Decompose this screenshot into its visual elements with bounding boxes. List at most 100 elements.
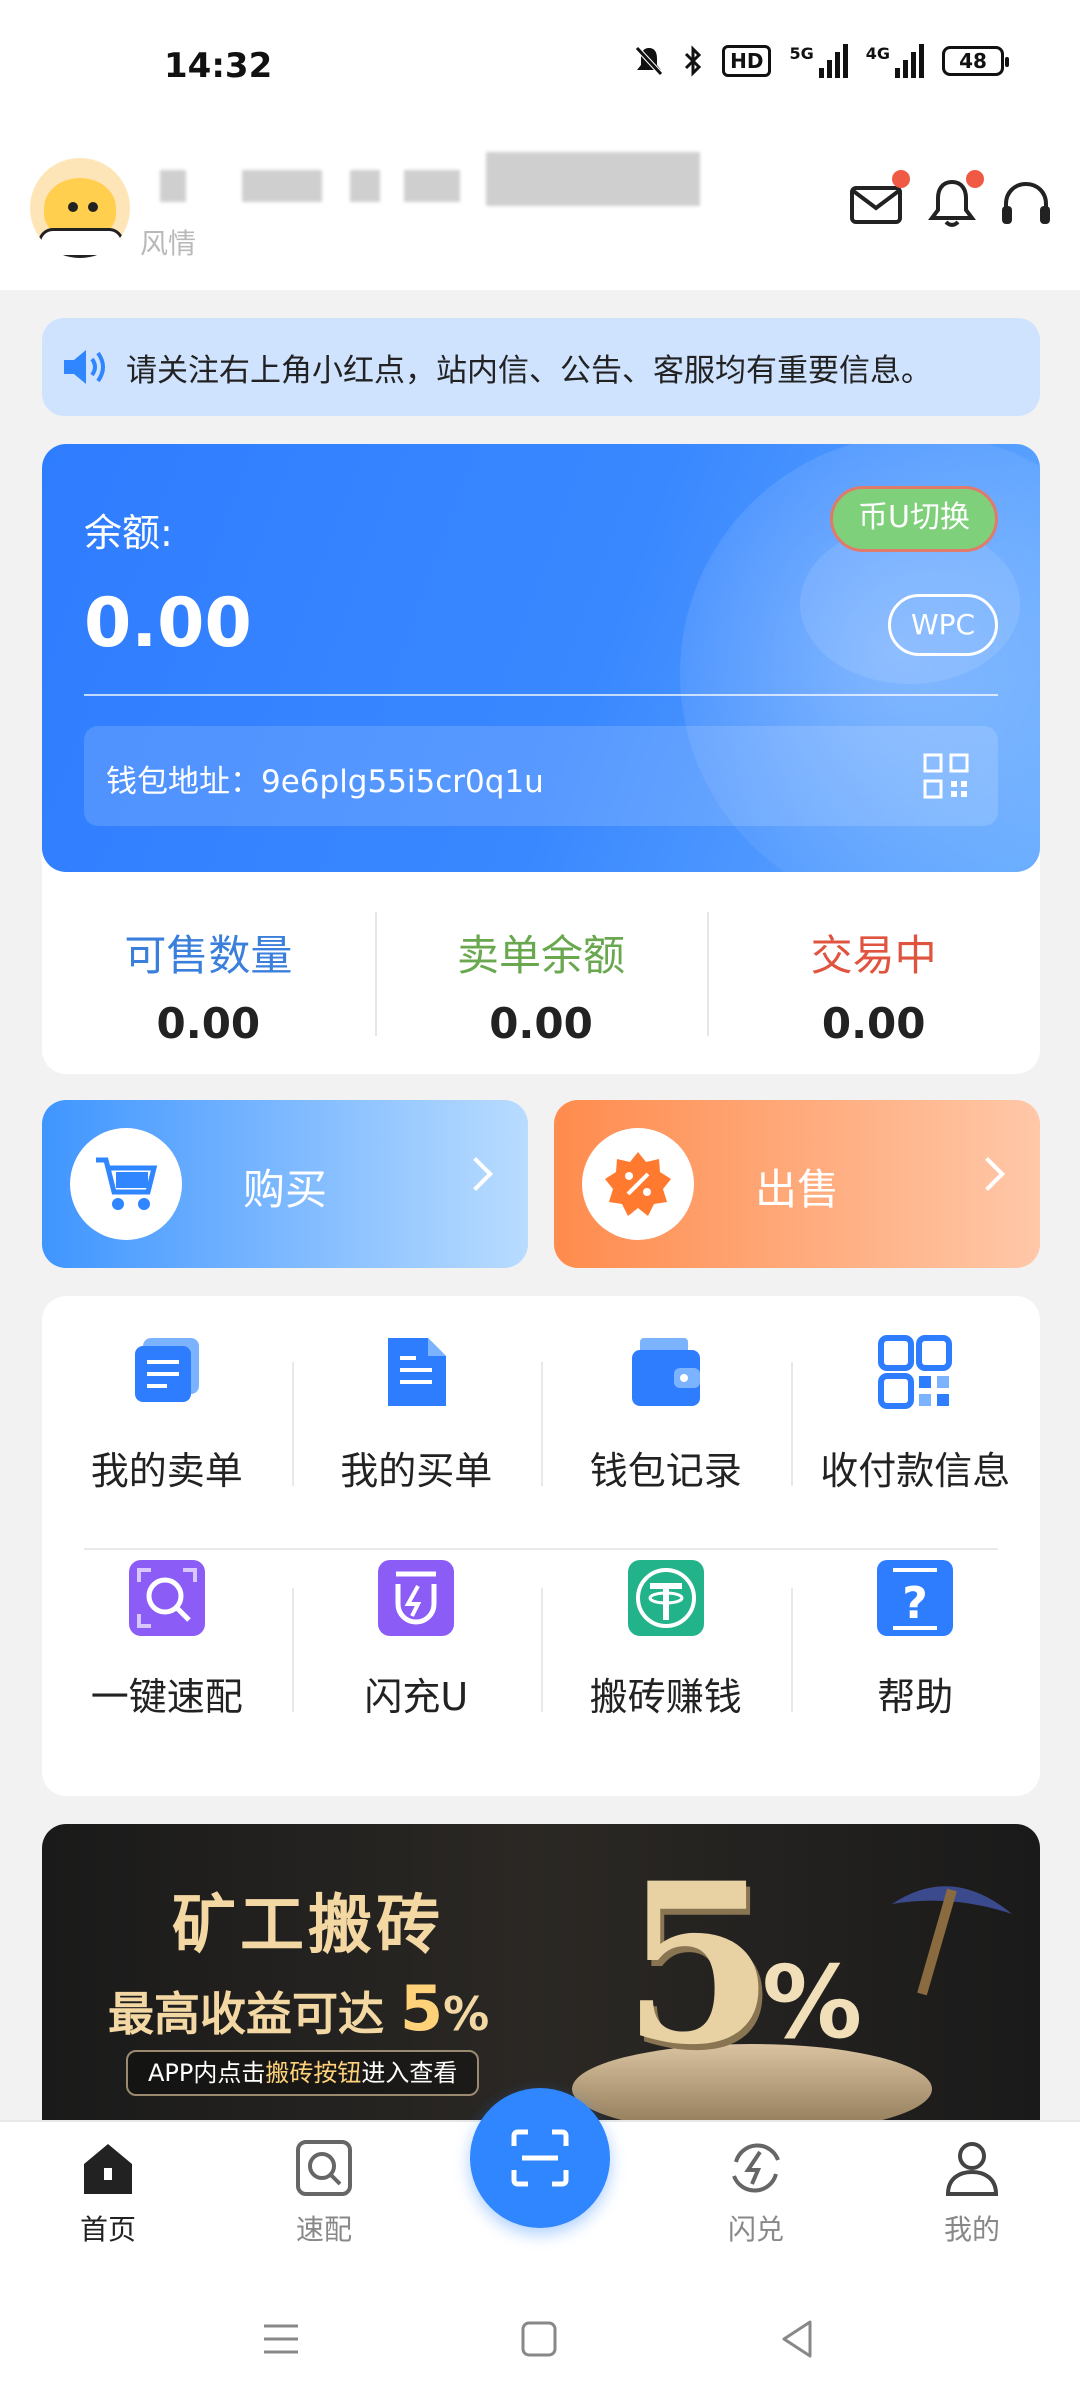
signal-4g-icon: 4G bbox=[866, 44, 924, 78]
menu-item-quick-match[interactable]: 一键速配 bbox=[42, 1558, 292, 1774]
avatar-body bbox=[38, 228, 124, 258]
status-bar: 14:32 HD 5G 4G 48 bbox=[0, 0, 1080, 130]
bell-red-dot bbox=[966, 170, 984, 188]
notice-text: 请关注右上角小红点，站内信、公告、客服均有重要信息。 bbox=[126, 352, 932, 389]
banner-subtitle-value: 5 bbox=[400, 1972, 444, 2045]
username-redacted bbox=[160, 170, 186, 202]
user-header: 风情 bbox=[0, 130, 1080, 290]
menu-label: 我的买单 bbox=[340, 1449, 493, 1493]
nav-flash-exchange[interactable]: 闪兑 bbox=[686, 2136, 826, 2248]
balance-label: 余额: bbox=[84, 511, 173, 555]
avatar-eye bbox=[88, 202, 98, 212]
menu-label: 帮助 bbox=[877, 1675, 954, 1719]
wallet-icon bbox=[631, 1338, 700, 1406]
menu-divider bbox=[84, 1548, 998, 1550]
nav-profile[interactable]: 我的 bbox=[902, 2136, 1042, 2248]
quick-match-icon bbox=[128, 1560, 205, 1636]
home-square-icon[interactable] bbox=[514, 2314, 564, 2364]
menu-item-buy-orders[interactable]: 我的买单 bbox=[291, 1332, 542, 1548]
balance-card: 余额: 0.00 币U切换 WPC 钱包地址：9e6plg55i5cr0q1u bbox=[42, 444, 1040, 872]
bluetooth-icon bbox=[685, 45, 702, 77]
banner-big-percent: % bbox=[762, 1944, 863, 2061]
notice-banner[interactable]: 请关注右上角小红点，站内信、公告、客服均有重要信息。 bbox=[42, 318, 1040, 416]
banner-subtitle-prefix: 最高收益可达 bbox=[108, 1987, 384, 2041]
sell-label: 出售 bbox=[754, 1165, 839, 1214]
scan-icon bbox=[511, 2129, 569, 2187]
menu-label: 收付款信息 bbox=[820, 1449, 1011, 1493]
match-icon bbox=[296, 2140, 352, 2196]
wallet-address-box[interactable]: 钱包地址：9e6plg55i5cr0q1u bbox=[84, 726, 998, 826]
wallet-address: 钱包地址：9e6plg55i5cr0q1u bbox=[106, 764, 544, 800]
stat-value: 0.00 bbox=[156, 999, 261, 1048]
headset-icon[interactable] bbox=[996, 174, 1056, 234]
menu-item-wallet-records[interactable]: 钱包记录 bbox=[541, 1332, 791, 1548]
stat-label: 可售数量 bbox=[124, 931, 293, 980]
profile-icon bbox=[945, 2142, 999, 2196]
menu-row: 一键速配 闪充U 搬砖赚钱 ? 帮助 bbox=[42, 1558, 1040, 1774]
balance-section: 余额: 0.00 币U切换 WPC 钱包地址：9e6plg55i5cr0q1u … bbox=[42, 444, 1040, 1074]
banner-big-number: 5 bbox=[622, 1834, 776, 2093]
banner-note-highlight: 搬砖按钮 bbox=[265, 2059, 362, 2087]
balance-divider bbox=[84, 694, 998, 696]
qr-grid-icon bbox=[878, 1335, 953, 1409]
currency-badge[interactable]: WPC bbox=[888, 594, 998, 656]
pickaxe-icon bbox=[892, 1886, 1012, 1996]
menu-label: 搬砖赚钱 bbox=[589, 1675, 742, 1719]
banner-note-prefix: APP内点击 bbox=[148, 2059, 266, 2087]
username-redacted bbox=[350, 170, 380, 202]
tether-icon bbox=[627, 1560, 704, 1636]
promo-banner[interactable]: 矿工搬砖 最高收益可达 5% APP内点击搬砖按钮进入查看 5 % bbox=[42, 1824, 1040, 2124]
scan-button[interactable] bbox=[470, 2088, 610, 2228]
buy-orders-icon bbox=[388, 1338, 447, 1406]
stat-trading: 交易中 0.00 bbox=[707, 872, 1040, 1074]
username-redacted bbox=[486, 152, 700, 206]
signal-5g-icon: 5G bbox=[789, 44, 848, 78]
stats-row: 可售数量 0.00 卖单余额 0.00 交易中 0.00 bbox=[42, 872, 1040, 1074]
currency-switch-button[interactable]: 币U切换 bbox=[830, 486, 998, 552]
nav-label: 首页 bbox=[79, 2213, 136, 2246]
menu-item-brick-earning[interactable]: 搬砖赚钱 bbox=[541, 1558, 791, 1774]
balance-value: 0.00 bbox=[84, 584, 252, 663]
menu-label: 我的卖单 bbox=[90, 1449, 243, 1493]
stat-value: 0.00 bbox=[489, 999, 593, 1048]
menu-label: 一键速配 bbox=[90, 1675, 243, 1719]
menu-row: 我的卖单 我的买单 钱包记录 收付款信息 bbox=[42, 1332, 1040, 1548]
banner-note: APP内点击搬砖按钮进入查看 bbox=[126, 2050, 480, 2096]
menu-icon[interactable] bbox=[256, 2314, 306, 2364]
banner-title: 矿工搬砖 bbox=[172, 1889, 444, 1963]
feature-menu: 我的卖单 我的买单 钱包记录 收付款信息 一键速配 闪充U 搬砖赚钱 ? 帮助 bbox=[42, 1296, 1040, 1796]
status-time: 14:32 bbox=[164, 46, 273, 86]
sell-orders-icon bbox=[134, 1338, 199, 1402]
nav-match[interactable]: 速配 bbox=[254, 2136, 394, 2248]
flash-exchange-icon bbox=[732, 2143, 780, 2193]
flash-charge-icon bbox=[378, 1560, 455, 1636]
hd-voice-icon: HD bbox=[722, 45, 772, 77]
nav-label: 速配 bbox=[295, 2213, 352, 2246]
nav-home[interactable]: 首页 bbox=[38, 2136, 178, 2248]
menu-item-sell-orders[interactable]: 我的卖单 bbox=[42, 1332, 292, 1548]
banner-subtitle: 最高收益可达 5% bbox=[108, 1972, 489, 2045]
menu-item-payment-info[interactable]: 收付款信息 bbox=[790, 1332, 1041, 1548]
qr-code-icon[interactable] bbox=[922, 752, 970, 800]
username-redacted bbox=[242, 170, 322, 202]
menu-item-help[interactable]: ? 帮助 bbox=[790, 1558, 1041, 1774]
battery-icon: 48 bbox=[942, 46, 1009, 76]
back-icon[interactable] bbox=[772, 2314, 822, 2364]
signal-4g-label: 4G bbox=[865, 44, 890, 63]
stat-available: 可售数量 0.00 bbox=[42, 872, 375, 1074]
avatar-eye bbox=[68, 202, 78, 212]
avatar[interactable] bbox=[30, 158, 130, 258]
menu-item-flash-charge[interactable]: 闪充U bbox=[291, 1558, 542, 1774]
status-icons: HD 5G 4G 48 bbox=[634, 44, 1009, 78]
buy-button[interactable]: 购买 bbox=[42, 1100, 528, 1268]
mute-icon bbox=[635, 46, 663, 76]
signal-5g-label: 5G bbox=[789, 44, 814, 63]
banner-subtitle-suffix: % bbox=[443, 1987, 490, 2041]
sell-button[interactable]: 出售 bbox=[554, 1100, 1040, 1268]
stat-label: 卖单余额 bbox=[457, 931, 626, 980]
system-nav-bar bbox=[0, 2280, 1080, 2400]
menu-label: 闪充U bbox=[364, 1675, 469, 1719]
username-redacted bbox=[404, 170, 460, 202]
speaker-icon bbox=[64, 350, 105, 384]
mail-red-dot bbox=[892, 170, 910, 188]
